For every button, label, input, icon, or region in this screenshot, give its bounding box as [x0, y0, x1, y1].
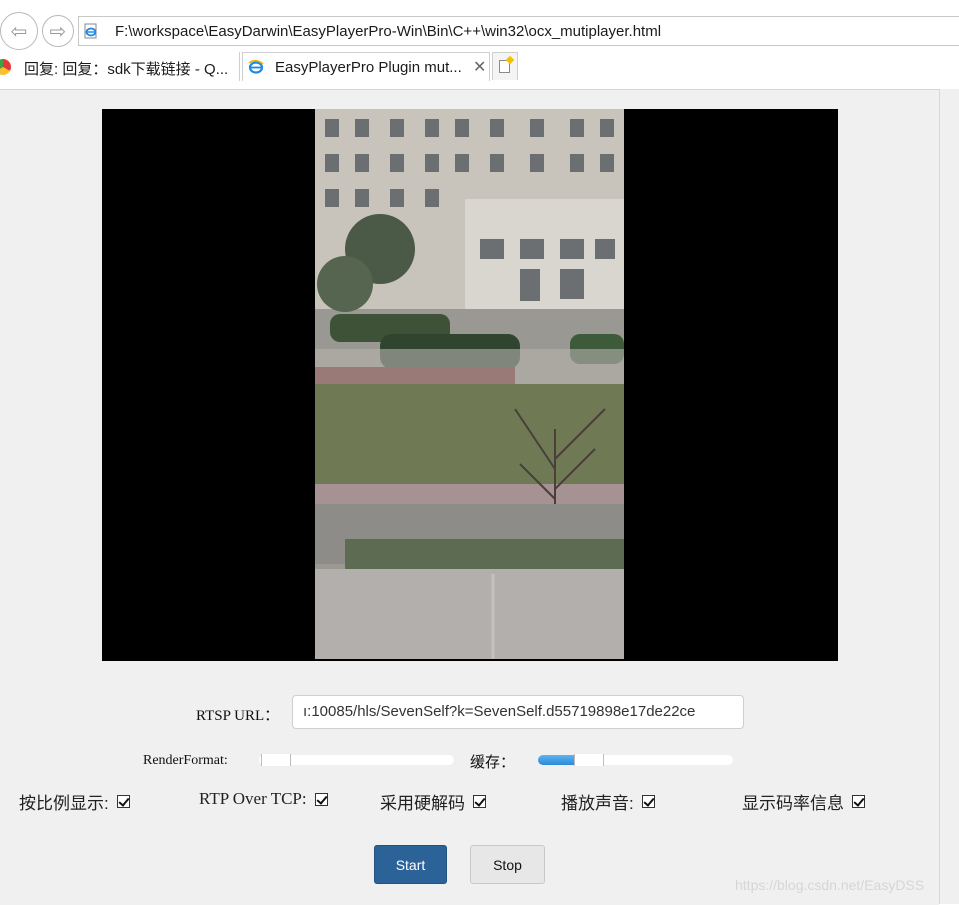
cache-label: 缓存：	[470, 754, 516, 771]
hw-decode-checkbox[interactable]	[473, 795, 486, 808]
option-label: RTP Over TCP:	[199, 789, 307, 808]
arrow-right-icon: ⇨	[49, 20, 67, 43]
ie-icon	[248, 59, 264, 74]
render-format-slider[interactable]	[259, 754, 454, 766]
option-label: 播放声音:	[561, 794, 634, 813]
keep-ratio-checkbox[interactable]	[116, 795, 130, 808]
back-button[interactable]: ⇦	[0, 12, 38, 50]
option-keep-ratio[interactable]: 按比例显示:	[19, 789, 130, 814]
option-rtp-over-tcp[interactable]: RTP Over TCP:	[199, 789, 328, 809]
video-frame	[315, 109, 624, 659]
start-button[interactable]: Start	[374, 845, 447, 884]
option-play-sound[interactable]: 播放声音:	[561, 789, 655, 814]
option-label: 采用硬解码	[380, 794, 465, 813]
vertical-scrollbar[interactable]	[939, 89, 959, 904]
cache-slider[interactable]	[538, 754, 733, 766]
qq-browser-icon	[0, 59, 11, 75]
address-text: F:\workspace\EasyDarwin\EasyPlayerPro-Wi…	[115, 23, 662, 40]
address-row: ⇦ ⇨ F:\workspace\EasyDarwin\EasyPlayerPr…	[0, 0, 959, 50]
address-bar[interactable]: F:\workspace\EasyDarwin\EasyPlayerPro-Wi…	[78, 16, 959, 46]
arrow-left-icon: ⇦	[10, 20, 28, 43]
rtsp-url-input[interactable]: ı:10085/hls/SevenSelf?k=SevenSelf.d55719…	[292, 695, 744, 729]
option-label: 按比例显示:	[19, 794, 109, 813]
stop-button[interactable]: Stop	[470, 845, 545, 884]
tab-strip: 回复: 回复：sdk下载链接 - Q... EasyPlayerPro Plug…	[0, 50, 959, 83]
page-top-gap	[0, 82, 959, 89]
tab-easyplayerpro[interactable]: EasyPlayerPro Plugin mut... ✕	[242, 52, 490, 81]
option-hw-decode[interactable]: 采用硬解码	[380, 789, 486, 814]
tab-label: EasyPlayerPro Plugin mut...	[275, 59, 462, 76]
close-icon[interactable]: ✕	[473, 57, 486, 77]
show-bitrate-checkbox[interactable]	[852, 795, 865, 808]
forward-button[interactable]: ⇨	[42, 15, 74, 47]
render-format-label: RenderFormat:	[143, 753, 228, 768]
new-tab-button[interactable]	[492, 52, 518, 80]
slider-handle[interactable]	[574, 754, 604, 766]
option-label: 显示码率信息	[742, 794, 844, 813]
ie-page-icon	[84, 23, 97, 39]
video-player[interactable]	[102, 109, 838, 661]
cache-slider-fill	[538, 755, 574, 765]
rtsp-url-value: ı:10085/hls/SevenSelf?k=SevenSelf.d55719…	[303, 703, 696, 720]
tab-qq-mail[interactable]: 回复: 回复：sdk下载链接 - Q...	[0, 52, 240, 81]
play-sound-checkbox[interactable]	[641, 795, 655, 808]
watermark: https://blog.csdn.net/EasyDSS	[735, 877, 925, 893]
rtp-over-tcp-checkbox[interactable]	[314, 792, 328, 806]
rtsp-url-label: RTSP URL：	[196, 708, 280, 724]
new-tab-icon	[499, 60, 510, 73]
option-show-bitrate[interactable]: 显示码率信息	[742, 789, 865, 814]
slider-handle[interactable]	[261, 754, 291, 766]
tab-label: 回复: 回复：sdk下载链接 - Q...	[24, 61, 229, 78]
